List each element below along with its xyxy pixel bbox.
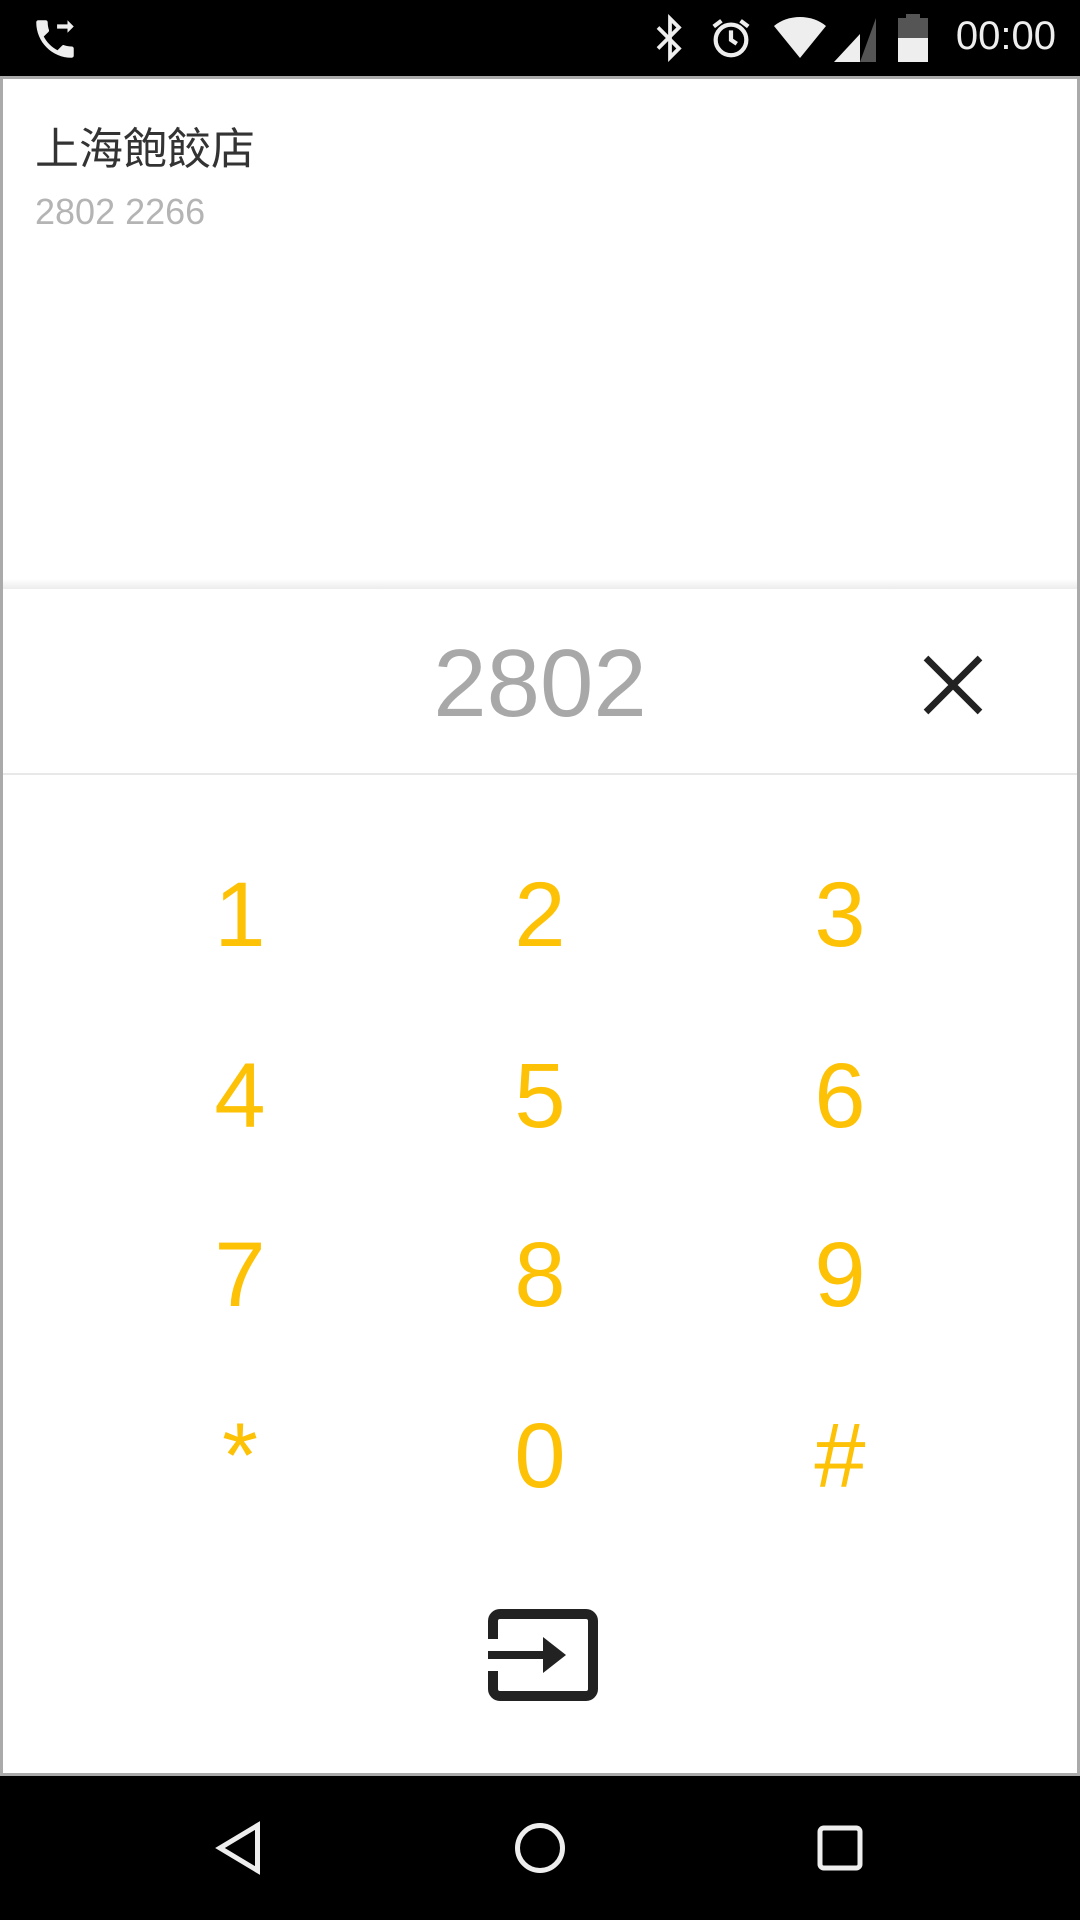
recents-icon[interactable] bbox=[810, 1818, 870, 1878]
key-0[interactable]: 0 bbox=[440, 1381, 640, 1531]
entered-digits: 2802 bbox=[433, 630, 647, 737]
key-1[interactable]: 1 bbox=[140, 840, 340, 990]
key-5[interactable]: 5 bbox=[440, 1021, 640, 1171]
contact-result[interactable]: 上海飽餃店 2802 2266 bbox=[35, 113, 255, 233]
key-4[interactable]: 4 bbox=[140, 1021, 340, 1171]
key-8[interactable]: 8 bbox=[440, 1200, 640, 1350]
contact-name: 上海飽餃店 bbox=[35, 124, 255, 175]
key-9[interactable]: 9 bbox=[740, 1200, 940, 1350]
navigation-bar bbox=[0, 1776, 1080, 1920]
wifi-icon bbox=[774, 17, 826, 58]
back-icon[interactable] bbox=[210, 1818, 270, 1878]
key-star[interactable]: * bbox=[140, 1381, 340, 1531]
key-7[interactable]: 7 bbox=[140, 1200, 340, 1350]
bluetooth-icon bbox=[656, 14, 682, 62]
enter-icon[interactable] bbox=[488, 1609, 598, 1701]
key-hash[interactable]: # bbox=[740, 1381, 940, 1531]
home-icon[interactable] bbox=[510, 1818, 570, 1878]
battery-icon bbox=[898, 14, 928, 62]
key-3[interactable]: 3 bbox=[740, 840, 940, 990]
alarm-icon bbox=[712, 19, 750, 58]
contact-number: 2802 2266 bbox=[35, 191, 206, 232]
status-bar: 00:00 bbox=[0, 0, 1080, 76]
key-6[interactable]: 6 bbox=[740, 1021, 940, 1171]
call-forward-icon bbox=[36, 20, 74, 58]
dialer-panel: 上海飽餃店 2802 2266 2802 1 2 3 4 5 6 7 8 9 *… bbox=[0, 76, 1080, 1776]
clock: 00:00 bbox=[955, 14, 1056, 58]
clear-icon[interactable] bbox=[917, 649, 989, 721]
number-entry[interactable]: 2802 bbox=[3, 589, 1077, 775]
signal-icon bbox=[834, 18, 876, 62]
key-2[interactable]: 2 bbox=[440, 840, 640, 990]
divider-shadow bbox=[3, 579, 1077, 589]
